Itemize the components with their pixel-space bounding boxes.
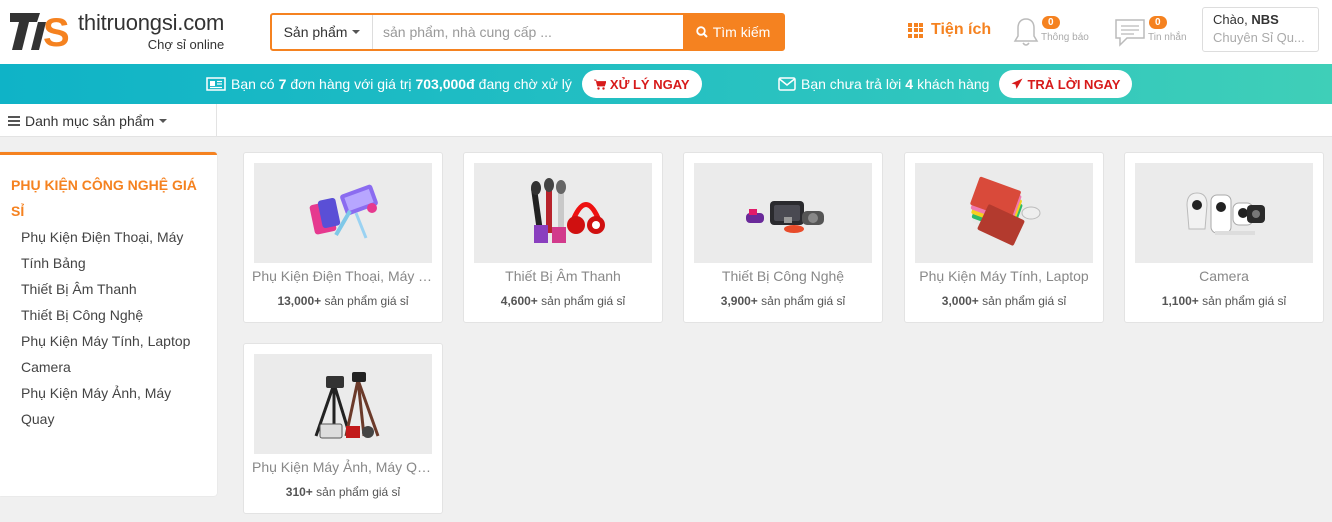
reply-customers-label: TRẢ LỜI NGAY xyxy=(1027,76,1121,92)
sidebar-item-phone-accessories[interactable]: Phụ Kiện Điện Thoại, Máy Tính Bảng xyxy=(21,224,203,276)
sidebar-item-tech-devices[interactable]: Thiết Bị Công Nghệ xyxy=(21,302,203,328)
card-count-number: 4,600+ xyxy=(500,294,538,308)
laptop-accessories-image xyxy=(915,163,1093,263)
orders-count: 7 xyxy=(278,76,287,92)
search-type-select[interactable]: Sản phẩm xyxy=(272,15,373,49)
card-count: 4,600+ sản phẩm giá sỉ xyxy=(464,294,662,308)
category-card-audio[interactable]: Thiết Bị Âm Thanh 4,600+ sản phẩm giá sỉ xyxy=(463,152,663,323)
category-card-camera[interactable]: Camera 1,100+ sản phẩm giá sỉ xyxy=(1124,152,1324,323)
card-count-number: 3,900+ xyxy=(720,294,758,308)
logo-slogan: Chợ sỉ online xyxy=(147,37,225,52)
process-orders-label: XỬ LÝ NGAY xyxy=(609,76,690,92)
card-name: Phụ Kiện Điện Thoại, Máy T... xyxy=(252,268,434,284)
sidebar-title[interactable]: PHỤ KIỆN CÔNG NGHỆ GIÁ SỈ xyxy=(0,155,217,224)
logo-name: thitruongsi.com xyxy=(78,10,225,35)
card-count-suffix: sản phẩm giá sỉ xyxy=(761,294,846,308)
user-account-box[interactable]: Chào, NBS Chuyên Sỉ Qu... xyxy=(1202,7,1319,52)
search-type-label: Sản phẩm xyxy=(283,24,348,40)
card-count-suffix: sản phẩm giá sỉ xyxy=(316,485,401,499)
reply-customers-button[interactable]: TRẢ LỜI NGAY xyxy=(999,70,1133,98)
category-card-phone-accessories[interactable]: Phụ Kiện Điện Thoại, Máy T... 13,000+ sả… xyxy=(243,152,443,323)
notifications-count-badge: 0 xyxy=(1042,16,1060,29)
category-card-computer-accessories[interactable]: Phụ Kiện Máy Tính, Laptop 3,000+ sản phẩ… xyxy=(904,152,1104,323)
audio-devices-image xyxy=(474,163,652,263)
card-count-suffix: sản phẩm giá sỉ xyxy=(541,294,626,308)
card-count-suffix: sản phẩm giá sỉ xyxy=(982,294,1067,308)
category-sidebar: PHỤ KIỆN CÔNG NGHỆ GIÁ SỈ Phụ Kiện Điện … xyxy=(0,152,217,496)
search-icon xyxy=(696,26,708,38)
orders-amount: 703,000đ xyxy=(415,76,475,92)
logo-mark-icon: S xyxy=(10,10,72,55)
envelope-icon xyxy=(778,77,796,91)
search-button[interactable]: Tìm kiếm xyxy=(683,15,783,49)
card-count-number: 13,000+ xyxy=(277,294,322,308)
user-name: NBS xyxy=(1251,12,1279,27)
hamburger-icon xyxy=(8,115,20,126)
sidebar-item-camera[interactable]: Camera xyxy=(21,354,203,380)
top-header: S thitruongsi.com Chợ sỉ online Sản phẩm… xyxy=(0,0,1332,64)
sidebar-item-computer-accessories[interactable]: Phụ Kiện Máy Tính, Laptop xyxy=(21,328,203,354)
search-input[interactable] xyxy=(373,15,683,49)
search-button-label: Tìm kiếm xyxy=(712,24,771,40)
card-count-number: 1,100+ xyxy=(1161,294,1199,308)
apps-grid-icon xyxy=(908,22,923,38)
orders-suffix: đang chờ xử lý xyxy=(478,76,572,92)
newspaper-icon xyxy=(206,77,226,91)
card-count: 3,000+ sản phẩm giá sỉ xyxy=(905,294,1103,308)
sidebar-item-camera-accessories[interactable]: Phụ Kiện Máy Ảnh, Máy Quay xyxy=(21,380,203,432)
site-logo[interactable]: S thitruongsi.com Chợ sỉ online xyxy=(10,10,225,55)
customers-count: 4 xyxy=(905,76,914,92)
card-count-number: 310+ xyxy=(285,485,313,499)
send-icon xyxy=(1011,78,1023,89)
card-name: Phụ Kiện Máy Tính, Laptop xyxy=(919,268,1089,284)
category-menu-toggle[interactable]: Danh mục sản phẩm xyxy=(0,104,217,137)
svg-text:S: S xyxy=(43,11,70,52)
card-count: 1,100+ sản phẩm giá sỉ xyxy=(1125,294,1323,308)
security-camera-image xyxy=(1135,163,1313,263)
notifications-button[interactable]: 0 Thông báo xyxy=(1013,16,1089,48)
card-count: 13,000+ sản phẩm giá sỉ xyxy=(244,294,442,308)
card-name: Camera xyxy=(1199,268,1249,284)
bell-icon xyxy=(1013,18,1039,46)
utilities-label: Tiện ích xyxy=(931,21,992,38)
search-bar: Sản phẩm Tìm kiếm xyxy=(270,13,785,51)
alert-bar: Bạn có 7 đơn hàng với giá trị 703,000đ đ… xyxy=(0,64,1332,104)
orders-middle: đơn hàng với giá trị xyxy=(290,76,412,92)
chat-icon xyxy=(1115,19,1145,47)
cart-icon xyxy=(593,79,606,90)
orders-prefix: Bạn có xyxy=(231,76,275,92)
card-name: Phụ Kiện Máy Ảnh, Máy Quay xyxy=(252,459,434,475)
sidebar-list: Phụ Kiện Điện Thoại, Máy Tính Bảng Thiết… xyxy=(0,224,217,432)
customers-prefix: Bạn chưa trả lời xyxy=(801,76,902,92)
category-menu-label: Danh mục sản phẩm xyxy=(25,112,155,129)
card-count-suffix: sản phẩm giá sỉ xyxy=(1202,294,1287,308)
category-card-tech-devices[interactable]: Thiết Bị Công Nghệ 3,900+ sản phẩm giá s… xyxy=(683,152,883,323)
greeting-text: Chào, xyxy=(1213,12,1248,27)
category-card-camera-accessories[interactable]: Phụ Kiện Máy Ảnh, Máy Quay 310+ sản phẩm… xyxy=(243,343,443,514)
messages-button[interactable]: 0 Tin nhắn xyxy=(1114,16,1187,48)
card-count: 3,900+ sản phẩm giá sỉ xyxy=(684,294,882,308)
process-orders-button[interactable]: XỬ LÝ NGAY xyxy=(581,70,702,98)
card-count-suffix: sản phẩm giá sỉ xyxy=(324,294,409,308)
card-name: Thiết Bị Công Nghệ xyxy=(721,268,845,284)
customers-suffix: khách hàng xyxy=(917,76,990,92)
tech-gadgets-image xyxy=(694,163,872,263)
user-greeting: Chào, NBS xyxy=(1213,12,1308,28)
category-bar: Danh mục sản phẩm xyxy=(0,104,1332,137)
phone-accessories-image xyxy=(254,163,432,263)
card-count-number: 3,000+ xyxy=(941,294,979,308)
chevron-down-icon xyxy=(352,30,361,34)
user-role: Chuyên Sỉ Qu... xyxy=(1213,30,1305,45)
utilities-menu[interactable]: Tiện ích xyxy=(908,21,991,39)
notifications-label: Thông báo xyxy=(1041,32,1089,43)
sidebar-item-audio[interactable]: Thiết Bị Âm Thanh xyxy=(21,276,203,302)
messages-count-badge: 0 xyxy=(1149,16,1167,29)
messages-label: Tin nhắn xyxy=(1148,32,1187,43)
unanswered-customers-alert: Bạn chưa trả lời 4 khách hàng TRẢ LỜI NG… xyxy=(778,64,1133,104)
camera-tripod-image xyxy=(254,354,432,454)
card-name: Thiết Bị Âm Thanh xyxy=(505,268,621,284)
chevron-down-icon xyxy=(159,118,168,123)
pending-orders-alert: Bạn có 7 đơn hàng với giá trị 703,000đ đ… xyxy=(206,64,702,104)
card-count: 310+ sản phẩm giá sỉ xyxy=(244,485,442,499)
